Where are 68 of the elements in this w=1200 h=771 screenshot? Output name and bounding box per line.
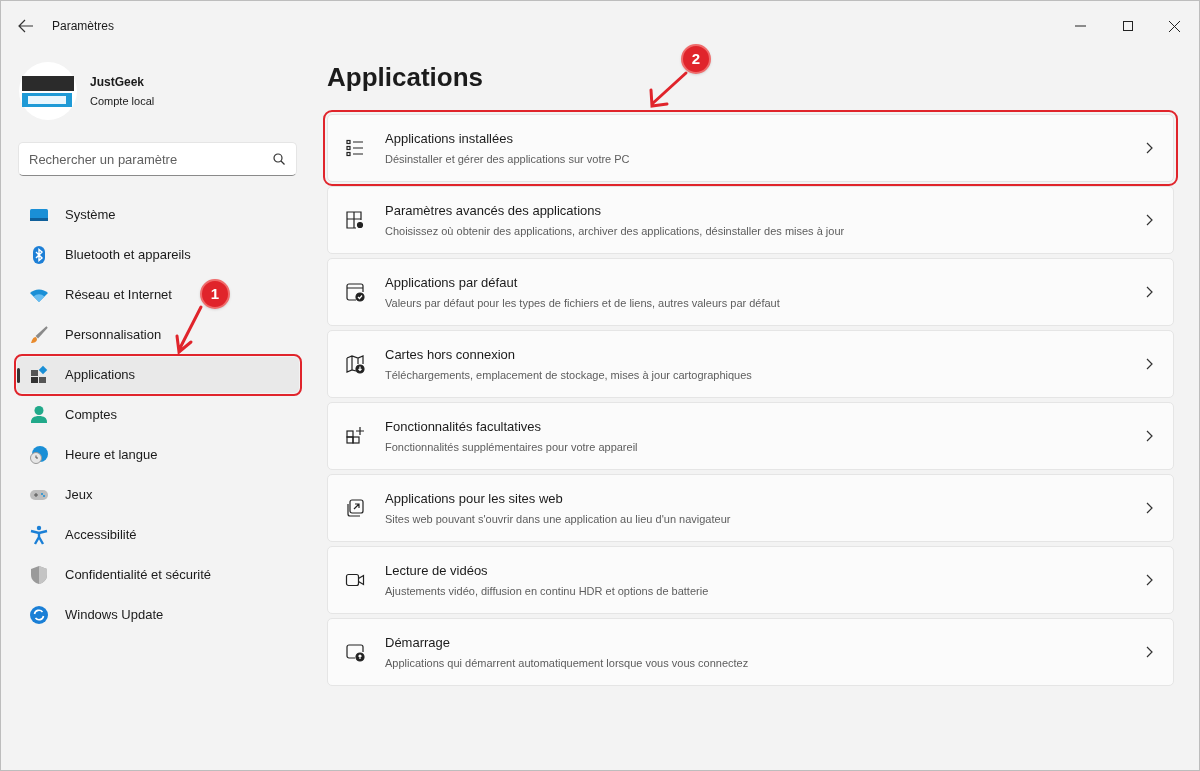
page-title: Applications — [327, 61, 483, 93]
apps-icon — [29, 365, 49, 385]
sidebar-item[interactable]: Accessibilité — [17, 517, 145, 553]
card-description: Ajustements vidéo, diffusion en continu HDR et options de batterie — [385, 583, 710, 599]
card-description: Téléchargements, emplacement de stockage, mises à jour cartographiques — [385, 367, 753, 383]
window-upload-icon — [345, 642, 365, 662]
settings-card[interactable]: Applications par défaut Valeurs par défaut pour les types de fichiers et de liens, autres valeurs par défaut — [327, 258, 1174, 326]
chevron-right-icon — [1146, 430, 1153, 442]
card-description: Valeurs par défaut pour les types de fichiers et de liens, autres valeurs par défaut — [385, 295, 781, 311]
card-title: Lecture de vidéos — [385, 562, 489, 580]
sidebar-item[interactable]: Confidentialité et sécurité — [17, 557, 219, 593]
maximize-icon[interactable] — [1123, 21, 1133, 31]
window-title: Paramètres — [52, 18, 115, 35]
globe-clock-icon — [29, 445, 49, 465]
settings-card[interactable]: Démarrage Applications qui démarrent automatiquement lorsque vous vous connectez — [327, 618, 1174, 686]
close-icon[interactable] — [1169, 20, 1180, 32]
settings-card[interactable]: Fonctionnalités facultatives Fonctionnalités supplémentaires pour votre appareil — [327, 402, 1174, 470]
chevron-right-icon — [1146, 214, 1153, 226]
card-description: Désinstaller et gérer des applications sur votre PC — [385, 151, 631, 167]
person-icon — [29, 405, 49, 425]
account-name: JustGeek — [90, 73, 146, 91]
sidebar-item[interactable]: Comptes — [17, 397, 126, 433]
list-icon — [345, 138, 365, 158]
sidebar-item[interactable]: Réseau et Internet — [17, 277, 180, 313]
search-field[interactable]: Rechercher un paramètre — [18, 142, 297, 176]
callout-badge: 1 — [200, 279, 230, 309]
search-icon — [273, 153, 285, 165]
chevron-right-icon — [1146, 574, 1153, 586]
refresh-icon — [29, 605, 49, 625]
settings-card[interactable]: Lecture de vidéos Ajustements vidéo, diffusion en continu HDR et options de batterie — [327, 546, 1174, 614]
sidebar-item[interactable]: Windows Update — [17, 597, 172, 633]
window-check-icon — [345, 282, 365, 302]
sidebar-item[interactable]: Heure et langue — [17, 437, 166, 473]
shield-icon — [29, 565, 49, 585]
window-link-icon — [345, 498, 365, 518]
settings-card[interactable]: Applications pour les sites web Sites web pouvant s'ouvrir dans une application au lieu d'un navigateur — [327, 474, 1174, 542]
chevron-right-icon — [1146, 646, 1153, 658]
card-description: Applications qui démarrent automatiquement lorsque vous vous connectez — [385, 655, 750, 671]
card-title: Applications installées — [385, 130, 514, 148]
sidebar-item[interactable]: Bluetooth et appareils — [17, 237, 199, 273]
chevron-right-icon — [1146, 358, 1153, 370]
chevron-right-icon — [1146, 286, 1153, 298]
accessibility-icon — [29, 525, 49, 545]
card-title: Paramètres avancés des applications — [385, 202, 603, 220]
settings-card[interactable]: Paramètres avancés des applications Choisissez où obtenir des applications, archiver des applications, désinstaller des mises à jour — [327, 186, 1174, 254]
sidebar-item[interactable]: Jeux — [17, 477, 101, 513]
account-type: Compte local — [90, 93, 155, 109]
callout-arrow — [173, 304, 205, 356]
card-description: Choisissez où obtenir des applications, archiver des applications, désinstaller des mises à jour — [385, 223, 846, 239]
settings-card[interactable]: Cartes hors connexion Téléchargements, emplacement de stockage, mises à jour cartographiques — [327, 330, 1174, 398]
card-title: Applications pour les sites web — [385, 490, 564, 508]
chevron-right-icon — [1146, 502, 1153, 514]
card-title: Démarrage — [385, 634, 452, 652]
chevron-right-icon — [1146, 142, 1153, 154]
callout-badge: 2 — [681, 44, 711, 74]
map-download-icon — [345, 354, 365, 374]
sidebar-item[interactable]: Système — [17, 197, 124, 233]
back-arrow-icon[interactable] — [18, 18, 34, 34]
sidebar-item[interactable]: Personnalisation — [17, 317, 170, 353]
brush-icon — [29, 325, 49, 345]
card-title: Fonctionnalités facultatives — [385, 418, 543, 436]
card-description: Fonctionnalités supplémentaires pour votre appareil — [385, 439, 639, 455]
sidebar-item[interactable]: Applications — [17, 357, 299, 393]
card-title: Applications par défaut — [385, 274, 519, 292]
card-title: Cartes hors connexion — [385, 346, 517, 364]
grid-plus-icon — [345, 426, 365, 446]
window-gear-icon — [345, 210, 365, 230]
card-description: Sites web pouvant s'ouvrir dans une application au lieu d'un navigateur — [385, 511, 732, 527]
